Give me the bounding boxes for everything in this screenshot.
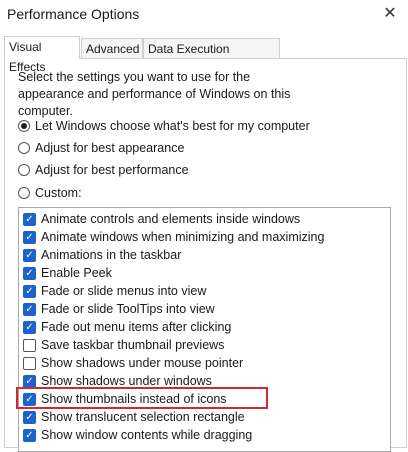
list-item-label: Fade out menu items after clicking — [41, 320, 232, 334]
highlight-box — [16, 387, 268, 409]
list-item[interactable]: ✓ Animations in the taskbar — [23, 246, 181, 264]
list-item[interactable]: ✓ Show window contents while dragging — [23, 426, 252, 444]
radio-best-appearance[interactable]: Adjust for best appearance — [18, 139, 184, 157]
checkbox-checked-icon[interactable]: ✓ — [23, 212, 36, 226]
radio-custom[interactable]: Custom: — [18, 184, 82, 202]
description-text: Select the settings you want to use for … — [18, 70, 291, 118]
visual-effects-list[interactable]: ✓ Animate controls and elements inside w… — [18, 207, 391, 452]
tab-advanced[interactable]: Advanced — [81, 38, 143, 58]
radio-button-icon[interactable] — [18, 164, 30, 176]
list-item[interactable]: ✓ Show translucent selection rectangle — [23, 408, 245, 426]
list-item-label: Show window contents while dragging — [41, 428, 253, 442]
checkbox-unchecked-icon[interactable] — [23, 356, 36, 370]
radio-label: Custom: — [35, 186, 82, 200]
list-item-label: Fade or slide menus into view — [41, 284, 207, 298]
checkbox-checked-icon[interactable]: ✓ — [23, 230, 36, 244]
checkbox-checked-icon[interactable]: ✓ — [23, 320, 36, 334]
window-title: Performance Options — [7, 6, 140, 22]
checkbox-checked-icon[interactable]: ✓ — [23, 248, 36, 262]
list-item-label: Animate controls and elements inside win… — [41, 212, 301, 226]
list-item[interactable]: Show shadows under mouse pointer — [23, 354, 243, 372]
list-item-label: Show shadows under mouse pointer — [41, 356, 244, 370]
tab-strip: Advanced Data Execution Prevention Visua… — [4, 36, 404, 76]
list-item[interactable]: Save taskbar thumbnail previews — [23, 336, 224, 354]
radio-let-windows-choose[interactable]: Let Windows choose what's best for my co… — [18, 117, 310, 135]
checkbox-checked-icon[interactable]: ✓ — [23, 410, 36, 424]
checkbox-unchecked-icon[interactable] — [23, 338, 36, 352]
list-item[interactable]: ✓ Fade out menu items after clicking — [23, 318, 231, 336]
list-item-label: Fade or slide ToolTips into view — [41, 302, 215, 316]
list-item[interactable]: ✓ Fade or slide menus into view — [23, 282, 206, 300]
list-item[interactable]: ✓ Animate windows when minimizing and ma… — [23, 228, 324, 246]
radio-label: Let Windows choose what's best for my co… — [35, 119, 310, 133]
list-item-label: Save taskbar thumbnail previews — [41, 338, 225, 352]
title-bar: Performance Options ✕ — [0, 0, 408, 30]
tab-data-execution-prevention[interactable]: Data Execution Prevention — [143, 38, 280, 76]
radio-button-icon[interactable] — [18, 142, 30, 154]
tab-visual-effects[interactable]: Visual Effects — [4, 36, 80, 74]
checkbox-checked-icon[interactable]: ✓ — [23, 266, 36, 280]
list-item[interactable]: ✓ Fade or slide ToolTips into view — [23, 300, 215, 318]
radio-button-icon[interactable] — [18, 187, 30, 199]
radio-button-icon[interactable] — [18, 120, 30, 132]
checkbox-checked-icon[interactable]: ✓ — [23, 374, 36, 388]
radio-label: Adjust for best appearance — [35, 141, 185, 155]
checkbox-checked-icon[interactable]: ✓ — [23, 284, 36, 298]
close-icon[interactable]: ✕ — [380, 4, 400, 24]
radio-label: Adjust for best performance — [35, 163, 189, 177]
checkbox-checked-icon[interactable]: ✓ — [23, 428, 36, 442]
list-item-label: Show translucent selection rectangle — [41, 410, 245, 424]
radio-best-performance[interactable]: Adjust for best performance — [18, 161, 189, 179]
checkbox-checked-icon[interactable]: ✓ — [23, 302, 36, 316]
list-item-label: Animate windows when minimizing and maxi… — [41, 230, 325, 244]
list-item[interactable]: ✓ Enable Peek — [23, 264, 112, 282]
list-item-label: Animations in the taskbar — [41, 248, 182, 262]
list-item-label: Enable Peek — [41, 266, 112, 280]
list-item[interactable]: ✓ Animate controls and elements inside w… — [23, 210, 300, 228]
